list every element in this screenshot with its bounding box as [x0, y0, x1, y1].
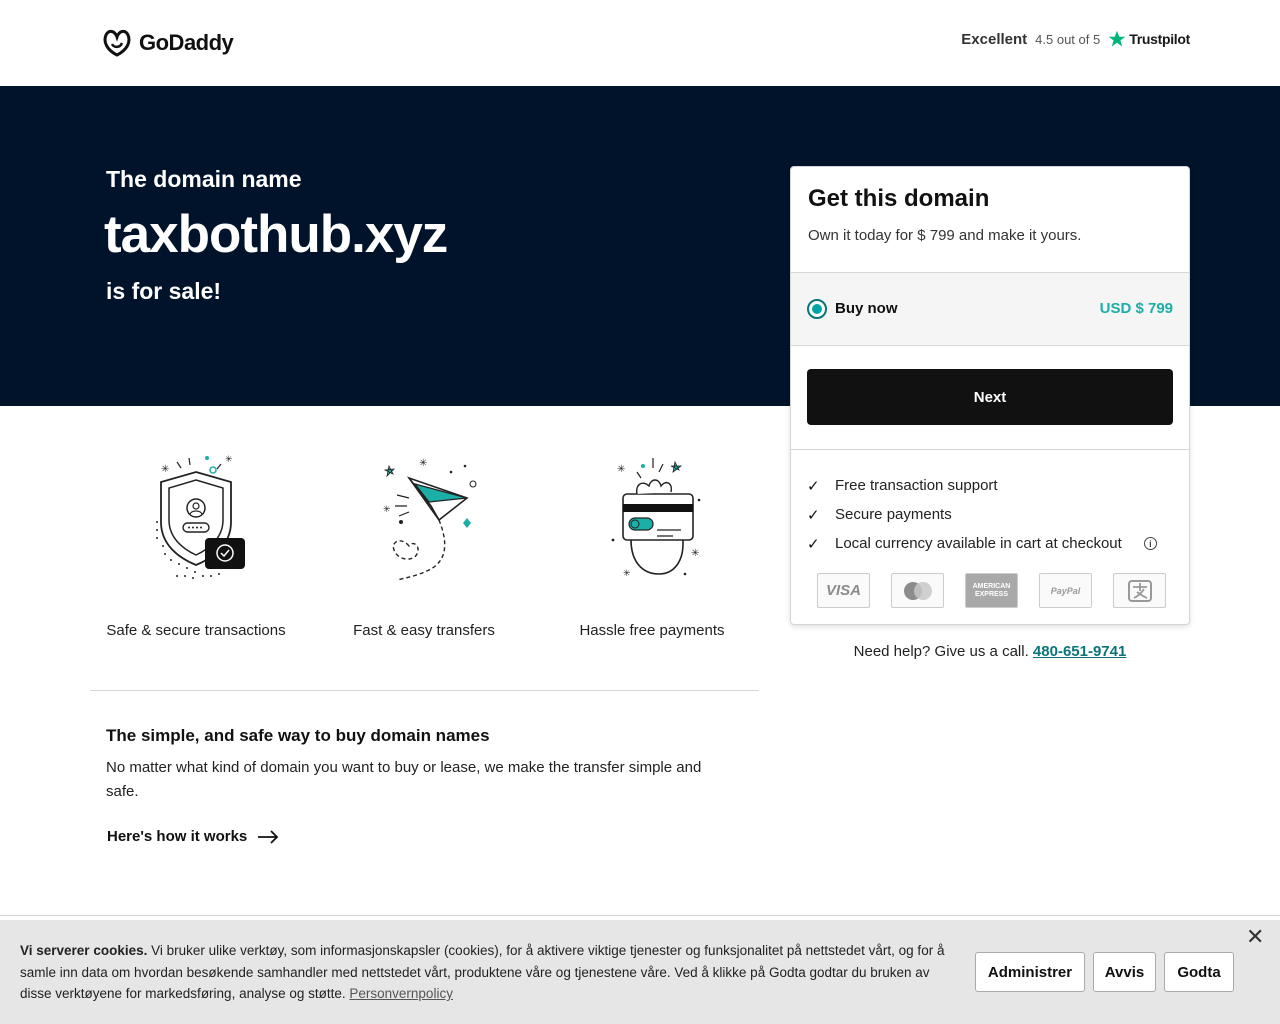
rating-label: Excellent	[961, 30, 1028, 48]
feature-item: ✓ Secure payments	[807, 500, 1157, 529]
godaddy-logo[interactable]: GoDaddy	[101, 28, 234, 58]
brand-name: GoDaddy	[139, 30, 234, 55]
purchase-card: Get this domain Own it today for $ 799 a…	[790, 166, 1190, 625]
trustpilot-rating[interactable]: Excellent 4.5 out of 5 Trustpilot	[961, 30, 1190, 48]
benefit-item: ✳ ✳ Fast & easy transfers	[319, 450, 529, 639]
phone-link[interactable]: 480-651-9741	[1033, 643, 1126, 660]
buy-now-option[interactable]: Buy now USD $ 799	[791, 272, 1189, 346]
svg-text:✳: ✳	[623, 568, 631, 578]
feature-list: ✓ Free transaction support ✓ Secure paym…	[807, 471, 1157, 558]
help-line: Need help? Give us a call. 480-651-9741	[790, 643, 1190, 660]
trustpilot-star-icon	[1108, 30, 1126, 47]
mastercard-icon	[891, 573, 944, 608]
footer-divider	[0, 915, 1280, 916]
manage-cookies-button[interactable]: Administrer	[975, 952, 1085, 992]
hero-pretext: The domain name	[106, 166, 302, 192]
alipay-icon	[1113, 573, 1166, 608]
card-title: Get this domain	[808, 185, 990, 212]
buy-now-price: USD $ 799	[1099, 300, 1173, 317]
godaddy-mark-icon	[103, 29, 131, 57]
domain-name: taxbothub.xyz	[104, 205, 448, 264]
benefit-label: Fast & easy transfers	[353, 622, 495, 639]
cookie-message: Vi serverer cookies. Vi bruker ulike ver…	[20, 940, 955, 1005]
check-icon: ✓	[807, 535, 820, 553]
trustpilot-label: Trustpilot	[1129, 31, 1190, 47]
hero-posttext: is for sale!	[106, 278, 222, 304]
svg-text:✳: ✳	[691, 548, 699, 559]
mastercard-circles-icon	[903, 581, 932, 600]
how-it-works-link[interactable]: Here's how it works	[107, 828, 279, 845]
check-icon: ✓	[807, 506, 820, 524]
svg-text:✳: ✳	[617, 464, 625, 475]
feature-label: Local currency available in cart at chec…	[835, 535, 1122, 552]
rating-score: 4.5 out of 5	[1035, 31, 1101, 47]
feature-item: ✓ Local currency available in cart at ch…	[807, 529, 1157, 558]
card-subtitle: Own it today for $ 799 and make it yours…	[808, 227, 1082, 244]
benefit-item: ✳ ✳ ✳ Hassle free payments	[547, 450, 757, 639]
accept-cookies-button[interactable]: Godta	[1164, 952, 1234, 992]
buy-now-label: Buy now	[835, 300, 898, 317]
alipay-glyph-icon	[1127, 579, 1152, 602]
close-icon[interactable]: ✕	[1246, 926, 1264, 948]
svg-text:✳: ✳	[383, 504, 391, 514]
arrow-right-icon	[258, 829, 279, 844]
svg-text:✳: ✳	[161, 464, 169, 475]
buy-now-radio[interactable]	[807, 299, 827, 319]
cookie-body: Vi bruker ulike verktøy, som informasjon…	[20, 943, 945, 1001]
next-button[interactable]: Next	[807, 369, 1173, 425]
trustpilot-logo: Trustpilot	[1108, 30, 1190, 48]
visa-icon: VISA	[817, 573, 870, 608]
info-title: The simple, and safe way to buy domain n…	[106, 726, 490, 745]
info-icon[interactable]: i	[1143, 537, 1157, 550]
section-divider	[90, 690, 759, 691]
benefit-label: Safe & secure transactions	[106, 622, 286, 639]
cookie-banner: Vi serverer cookies. Vi bruker ulike ver…	[0, 920, 1280, 1024]
feature-label: Secure payments	[835, 506, 952, 523]
how-it-works-label: Here's how it works	[107, 828, 248, 845]
paypal-icon: PayPal	[1039, 573, 1092, 608]
benefit-item: ✳ ✳ Safe & secure transactions	[91, 450, 301, 639]
cookie-lead: Vi serverer cookies.	[20, 943, 148, 958]
check-icon: ✓	[807, 477, 820, 495]
feature-item: ✓ Free transaction support	[807, 471, 1157, 500]
top-bar: GoDaddy Excellent 4.5 out of 5 Trustpilo…	[0, 0, 1280, 86]
feature-label: Free transaction support	[835, 477, 998, 494]
reject-cookies-button[interactable]: Avvis	[1093, 952, 1156, 992]
amex-icon: AMERICAN EXPRESS	[965, 573, 1018, 608]
shield-icon: ✳ ✳	[91, 450, 301, 585]
benefit-label: Hassle free payments	[579, 622, 725, 639]
divider	[791, 449, 1189, 450]
svg-text:✳: ✳	[419, 458, 427, 469]
card-hand-icon: ✳ ✳ ✳	[547, 450, 757, 585]
privacy-policy-link[interactable]: Personvernpolicy	[349, 986, 453, 1001]
help-text: Need help? Give us a call.	[853, 643, 1029, 660]
info-body: No matter what kind of domain you want t…	[106, 759, 702, 800]
payment-methods: VISA AMERICAN EXPRESS PayPal	[817, 573, 1166, 608]
svg-text:✳: ✳	[225, 454, 233, 464]
paper-plane-icon: ✳ ✳	[319, 450, 529, 585]
